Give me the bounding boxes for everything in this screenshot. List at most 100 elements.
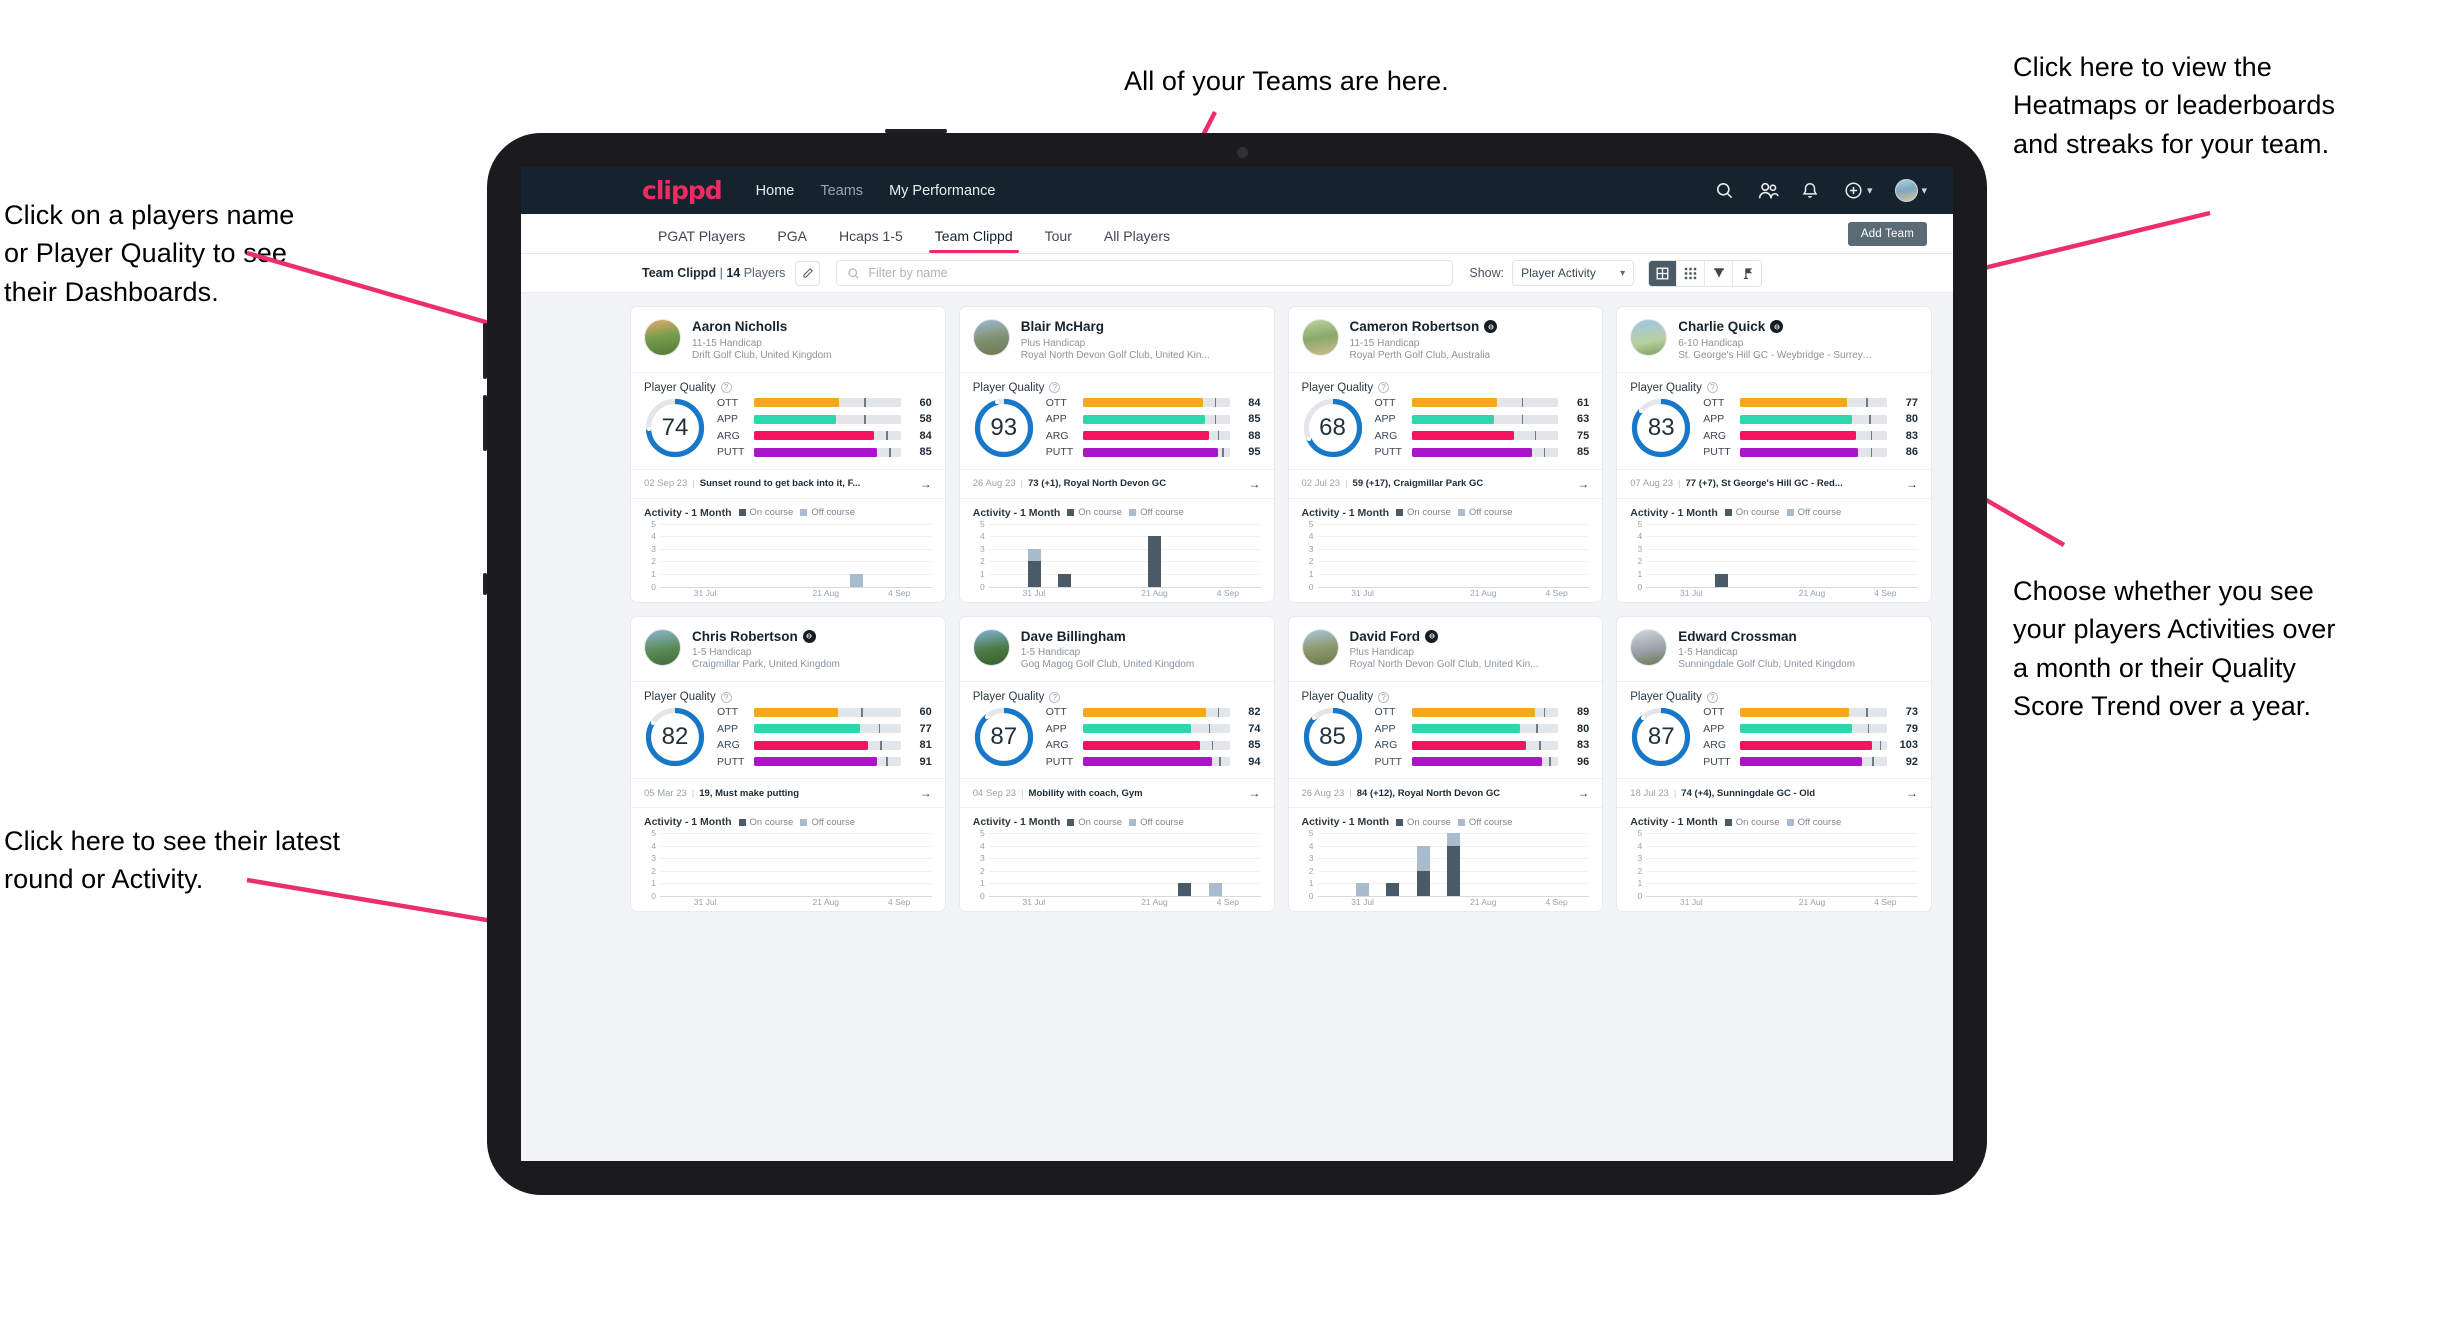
tab-tour[interactable]: Tour — [1029, 228, 1088, 253]
bar-column[interactable] — [1378, 833, 1408, 897]
help-icon[interactable]: ? — [1706, 691, 1718, 703]
nav-link-home[interactable]: Home — [756, 183, 795, 199]
player-header[interactable]: Charlie Quick 6-10 Handicap St. George's… — [1617, 307, 1931, 373]
dense-grid-view-icon[interactable] — [1677, 260, 1706, 286]
player-name-row[interactable]: Edward Crossman — [1678, 629, 1918, 645]
help-icon[interactable]: ? — [720, 691, 732, 703]
quality-ring[interactable]: 83 — [1630, 397, 1692, 459]
bar-column[interactable] — [1140, 524, 1170, 587]
arrow-right-icon[interactable]: → — [1249, 477, 1261, 491]
tab-hcaps-1-5[interactable]: Hcaps 1-5 — [823, 228, 919, 253]
bar-column[interactable] — [1707, 524, 1737, 587]
player-name-row[interactable]: Cameron Robertson — [1350, 319, 1590, 335]
grid-view-icon[interactable] — [1649, 260, 1678, 286]
help-icon[interactable]: ? — [1049, 691, 1061, 703]
bar-column[interactable] — [841, 524, 871, 587]
player-quality-title[interactable]: Player Quality ? — [960, 682, 1274, 706]
arrow-right-icon[interactable]: → — [920, 477, 932, 491]
player-quality-title[interactable]: Player Quality ? — [1289, 373, 1603, 397]
player-name[interactable]: Aaron Nicholls — [692, 319, 787, 335]
player-name[interactable]: Edward Crossman — [1678, 629, 1797, 645]
player-card[interactable]: David Ford Plus Handicap Royal North Dev… — [1287, 615, 1604, 913]
people-icon[interactable] — [1758, 181, 1779, 201]
help-icon[interactable]: ? — [1378, 691, 1390, 703]
player-name-row[interactable]: Chris Robertson — [692, 629, 932, 645]
latest-round-row[interactable]: 02 Jul 23 | 59 (+17), Craigmillar Park G… — [1288, 468, 1603, 499]
heatmap-view-icon[interactable] — [1705, 260, 1734, 286]
quality-ring[interactable]: 87 — [973, 706, 1035, 768]
nav-link-my-performance[interactable]: My Performance — [889, 183, 995, 199]
bar-column[interactable] — [1049, 524, 1079, 587]
player-card[interactable]: Edward Crossman 1-5 Handicap Sunningdale… — [1616, 615, 1932, 913]
bar-column[interactable] — [1200, 833, 1230, 897]
clippd-logo[interactable]: clippd — [642, 176, 723, 205]
player-name[interactable]: Blair McHarg — [1021, 319, 1104, 335]
search-icon[interactable] — [1715, 181, 1735, 201]
player-quality-title[interactable]: Player Quality ? — [1617, 682, 1931, 706]
player-header[interactable]: David Ford Plus Handicap Royal North Dev… — [1288, 617, 1603, 683]
arrow-right-icon[interactable]: → — [1249, 786, 1261, 800]
quality-ring[interactable]: 85 — [1302, 706, 1364, 768]
quality-ring[interactable]: 74 — [644, 397, 706, 459]
arrow-right-icon[interactable]: → — [1906, 786, 1918, 800]
volume-button-down[interactable] — [483, 395, 487, 451]
bar-column[interactable] — [1170, 833, 1200, 897]
player-name[interactable]: Cameron Robertson — [1350, 319, 1480, 335]
player-card[interactable]: Chris Robertson 1-5 Handicap Craigmillar… — [630, 615, 946, 913]
latest-round-row[interactable]: 07 Aug 23 | 77 (+7), St George's Hill GC… — [1617, 468, 1931, 499]
arrow-right-icon[interactable]: → — [920, 786, 932, 800]
player-name[interactable]: Charlie Quick — [1678, 319, 1765, 335]
player-name-row[interactable]: Charlie Quick — [1678, 319, 1918, 335]
bar-column[interactable] — [1438, 833, 1468, 897]
latest-round-row[interactable]: 18 Jul 23 | 74 (+4), Sunningdale GC - Ol… — [1617, 778, 1931, 809]
player-quality-title[interactable]: Player Quality ? — [631, 373, 945, 397]
player-card[interactable]: Aaron Nicholls 11-15 Handicap Drift Golf… — [630, 306, 946, 603]
power-button[interactable] — [885, 129, 947, 133]
player-name[interactable]: Dave Billingham — [1021, 629, 1126, 645]
player-name-row[interactable]: Dave Billingham — [1021, 629, 1261, 645]
player-quality-title[interactable]: Player Quality ? — [1289, 682, 1603, 706]
pencil-icon[interactable] — [795, 260, 821, 286]
player-quality-title[interactable]: Player Quality ? — [960, 373, 1274, 397]
arrow-right-icon[interactable]: → — [1577, 786, 1589, 800]
add-team-button[interactable]: Add Team — [1847, 222, 1927, 246]
volume-button-up[interactable] — [483, 323, 487, 379]
latest-round-row[interactable]: 26 Aug 23 | 84 (+12), Royal North Devon … — [1288, 778, 1603, 809]
plus-circle-icon[interactable] — [1844, 181, 1864, 201]
quality-ring[interactable]: 82 — [644, 706, 706, 768]
latest-round-row[interactable]: 02 Sep 23 | Sunset round to get back int… — [631, 468, 945, 499]
player-card[interactable]: Blair McHarg Plus Handicap Royal North D… — [958, 306, 1275, 603]
latest-round-row[interactable]: 05 Mar 23 | 19, Must make putting → — [631, 778, 945, 809]
chevron-down-icon-profile[interactable]: ▾ — [1921, 184, 1927, 197]
latest-round-row[interactable]: 26 Aug 23 | 73 (+1), Royal North Devon G… — [959, 468, 1274, 499]
player-name-row[interactable]: Aaron Nicholls — [692, 319, 932, 335]
tab-pga[interactable]: PGA — [761, 228, 823, 253]
bell-icon[interactable] — [1801, 181, 1821, 201]
bar-column[interactable] — [1348, 833, 1378, 897]
tab-all-players[interactable]: All Players — [1088, 228, 1186, 253]
player-name-row[interactable]: David Ford — [1350, 629, 1590, 645]
bar-column[interactable] — [1408, 833, 1438, 897]
player-card[interactable]: Dave Billingham 1-5 Handicap Gog Magog G… — [958, 615, 1275, 913]
player-header[interactable]: Aaron Nicholls 11-15 Handicap Drift Golf… — [631, 307, 945, 373]
tab-team-clippd[interactable]: Team Clippd — [919, 228, 1029, 253]
quality-ring[interactable]: 93 — [973, 397, 1035, 459]
player-header[interactable]: Dave Billingham 1-5 Handicap Gog Magog G… — [959, 617, 1274, 683]
player-header[interactable]: Chris Robertson 1-5 Handicap Craigmillar… — [631, 617, 945, 683]
player-header[interactable]: Edward Crossman 1-5 Handicap Sunningdale… — [1617, 617, 1931, 683]
player-header[interactable]: Blair McHarg Plus Handicap Royal North D… — [959, 307, 1274, 373]
show-select[interactable]: Player Activity ▾ — [1512, 260, 1635, 286]
latest-round-row[interactable]: 04 Sep 23 | Mobility with coach, Gym → — [959, 778, 1274, 809]
search-input[interactable]: Filter by name — [836, 260, 1454, 286]
bar-column[interactable] — [1019, 524, 1049, 587]
chevron-down-icon-add[interactable]: ▾ — [1867, 184, 1873, 197]
player-card[interactable]: Charlie Quick 6-10 Handicap St. George's… — [1616, 306, 1932, 603]
help-icon[interactable]: ? — [720, 382, 732, 394]
arrow-right-icon[interactable]: → — [1906, 477, 1918, 491]
player-card[interactable]: Cameron Robertson 11-15 Handicap Royal P… — [1287, 306, 1604, 603]
quality-ring[interactable]: 87 — [1630, 706, 1692, 768]
player-quality-title[interactable]: Player Quality ? — [631, 682, 945, 706]
help-icon[interactable]: ? — [1706, 382, 1718, 394]
arrow-right-icon[interactable]: → — [1577, 477, 1589, 491]
avatar[interactable] — [1895, 179, 1919, 202]
